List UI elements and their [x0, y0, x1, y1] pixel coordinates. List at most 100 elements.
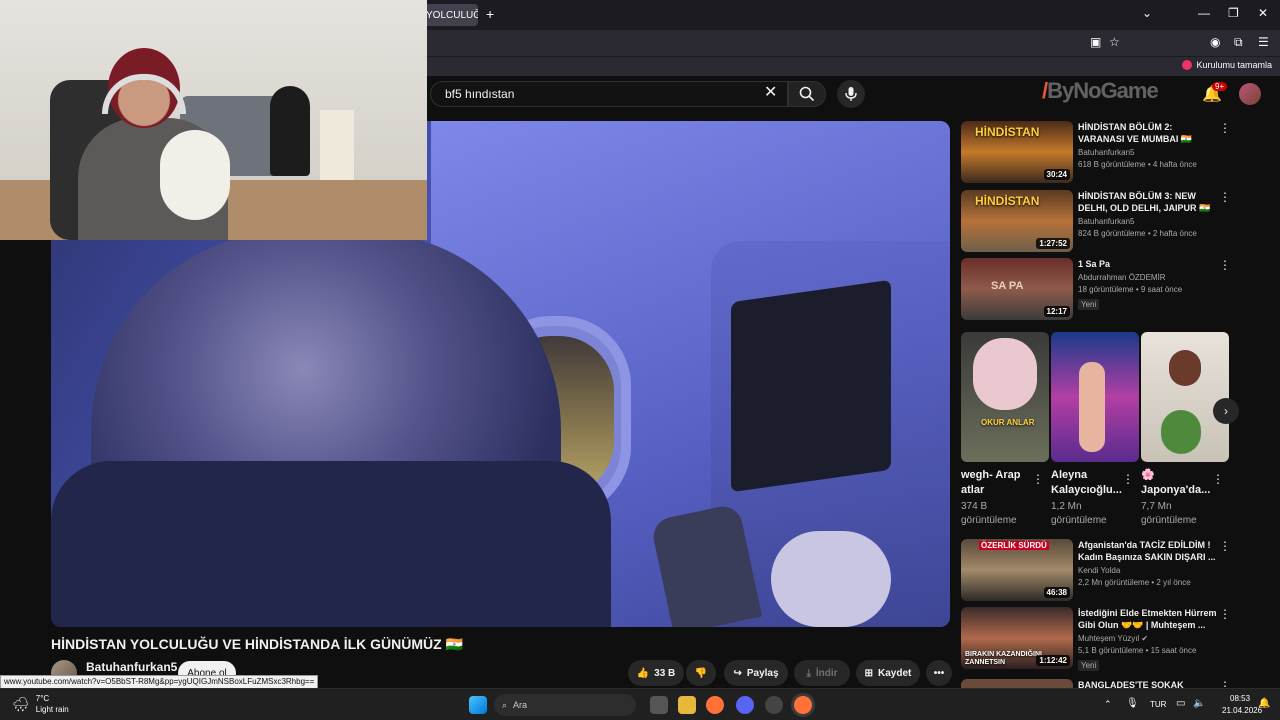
- chevron-right-icon: ›: [1224, 404, 1228, 418]
- bookmark-star-icon[interactable]: ☆: [1109, 35, 1120, 49]
- recommendation-item[interactable]: HİNDİSTAN 1:27:52 HİNDİSTAN BÖLÜM 3: NEW…: [961, 190, 1261, 252]
- clear-search-icon[interactable]: ✕: [764, 85, 777, 101]
- thumbnail-text: SA PA: [991, 280, 1024, 292]
- video-thumbnail: HİNDİSTAN 30:24: [961, 121, 1073, 183]
- more-options-icon[interactable]: ⋮: [1219, 607, 1231, 621]
- like-button[interactable]: 👍 33 B: [628, 660, 684, 686]
- recommendation-item[interactable]: SA PA 12:17 1 Sa Pa Abdurrahman ÖZDEMİR …: [961, 258, 1261, 320]
- more-options-icon[interactable]: ⋮: [1219, 258, 1231, 272]
- webcam-chair: [270, 86, 310, 176]
- short-title[interactable]: wegh- Arap atlar: [961, 468, 1033, 498]
- microphone-tray-icon[interactable]: 🎙: [1126, 698, 1139, 709]
- webcam-overlay: [0, 0, 427, 240]
- frame-jacket: [51, 461, 611, 627]
- short-views: 374 B görüntüleme: [961, 501, 1017, 526]
- dislike-button[interactable]: 👎: [686, 660, 716, 686]
- voice-search-button[interactable]: [837, 80, 865, 108]
- firefox-icon[interactable]: [706, 696, 724, 714]
- new-badge: Yeni: [1078, 660, 1100, 671]
- maximize-icon[interactable]: ❐: [1228, 6, 1239, 20]
- more-dots-icon: •••: [933, 667, 945, 679]
- network-icon[interactable]: ▭: [1176, 698, 1185, 709]
- short-frame-figure: [1079, 362, 1105, 452]
- bookmark-label: Kurulumu tamamla: [1196, 60, 1272, 70]
- more-actions-button[interactable]: •••: [926, 660, 952, 686]
- download-icon: ⤓: [806, 667, 811, 679]
- close-window-icon[interactable]: ✕: [1258, 6, 1268, 20]
- short-thumbnail[interactable]: OKUR ANLAR: [961, 332, 1049, 462]
- taskbar-search-icon: ⌕: [502, 699, 508, 710]
- language-indicator[interactable]: TUR: [1150, 700, 1166, 709]
- menu-icon[interactable]: ☰: [1258, 35, 1269, 49]
- short-overlay-text: OKUR ANLAR: [981, 418, 1035, 427]
- duration-badge: 46:38: [1043, 587, 1070, 598]
- save-button[interactable]: ⊞ Kaydet: [856, 660, 920, 686]
- bookmark-item[interactable]: Kurulumu tamamla: [1182, 60, 1272, 70]
- recommendation-channel: Abdurrahman ÖZDEMİR: [1078, 273, 1166, 282]
- volume-icon[interactable]: 🔈: [1193, 698, 1205, 709]
- firefox-active-icon[interactable]: [794, 696, 812, 714]
- recommendation-item[interactable]: ÖZERLİK SÜRDÜ 46:38 Afganistan'da TACİZ …: [961, 539, 1261, 601]
- more-options-icon[interactable]: ⋮: [1219, 679, 1231, 688]
- share-button[interactable]: ↪ Paylaş: [724, 660, 788, 686]
- short-frame-figure: [1169, 350, 1201, 386]
- shorts-next-button[interactable]: ›: [1213, 398, 1239, 424]
- user-avatar[interactable]: [1239, 83, 1261, 105]
- search-input[interactable]: bf5 hındıstan: [430, 81, 788, 107]
- account-icon[interactable]: ◉: [1210, 35, 1220, 49]
- thumbnail-text: ÖZERLİK SÜRDÜ: [979, 541, 1049, 550]
- new-tab-button[interactable]: +: [486, 6, 494, 22]
- clock-time[interactable]: 08:53: [1230, 694, 1250, 703]
- short-more-icon[interactable]: ⋮: [1032, 472, 1044, 486]
- discord-icon[interactable]: [736, 696, 754, 714]
- short-title[interactable]: 🌸 Japonya'da...: [1141, 468, 1213, 498]
- thumbs-down-icon: 👎: [694, 667, 708, 679]
- recommendation-item[interactable]: HİNDİSTAN 30:24 HİNDİSTAN BÖLÜM 2: VARAN…: [961, 121, 1261, 183]
- duration-badge: 12:17: [1043, 306, 1070, 317]
- video-thumbnail: HİNDİSTAN 1:27:52: [961, 190, 1073, 252]
- minimize-icon[interactable]: —: [1198, 6, 1210, 20]
- taskbar-search-placeholder: Ara: [513, 700, 528, 710]
- duration-badge: 1:27:52: [1036, 238, 1070, 249]
- frame-hand: [771, 531, 891, 627]
- search-icon: [799, 86, 815, 102]
- extensions-icon[interactable]: ⧉: [1234, 35, 1243, 50]
- recommendation-stats: 2,2 Mn görüntüleme • 2 yıl önce: [1078, 578, 1191, 587]
- channel-name[interactable]: Batuhanfurkan5: [86, 660, 177, 674]
- video-thumbnail: [961, 679, 1073, 688]
- thumbs-up-icon: 👍: [636, 667, 650, 679]
- more-options-icon[interactable]: ⋮: [1219, 121, 1231, 135]
- search-button[interactable]: [788, 81, 826, 107]
- file-explorer-icon[interactable]: [678, 696, 696, 714]
- short-thumbnail[interactable]: [1051, 332, 1139, 462]
- download-button[interactable]: ⤓ İndir: [794, 660, 850, 686]
- more-options-icon[interactable]: ⋮: [1219, 539, 1231, 553]
- notification-center-icon[interactable]: 🔔: [1258, 698, 1270, 709]
- more-options-icon[interactable]: ⋮: [1219, 190, 1231, 204]
- recommendation-item[interactable]: BIRAKIN KAZANDIĞINI ZANNETSIN 1:12:42 İs…: [961, 607, 1261, 671]
- short-more-icon[interactable]: ⋮: [1212, 472, 1224, 486]
- weather-widget[interactable]: 🌧 7°C Light rain: [12, 693, 69, 715]
- watermark-logo: /ByNoGame: [1042, 78, 1159, 104]
- start-menu-icon[interactable]: [469, 696, 487, 714]
- frame-seat-screen: [731, 279, 891, 493]
- watermark-text: ByNoGame: [1047, 78, 1159, 103]
- recommendation-title: HİNDİSTAN BÖLÜM 2: VARANASI VE MUMBAI 🇮🇳: [1078, 122, 1193, 144]
- reader-view-icon[interactable]: ▣: [1090, 35, 1101, 49]
- recommendation-channel: Batuhanfurkan5: [1078, 148, 1135, 157]
- short-more-icon[interactable]: ⋮: [1122, 472, 1134, 486]
- short-title[interactable]: Aleyna Kalaycıoğlu...: [1051, 468, 1123, 498]
- taskbar-search-input[interactable]: ⌕ Ara: [494, 694, 636, 716]
- short-thumbnail[interactable]: [1141, 332, 1229, 462]
- cloud-rain-icon: 🌧: [12, 695, 30, 712]
- list-all-tabs-icon[interactable]: ⌄: [1142, 6, 1152, 20]
- recommendation-item[interactable]: BANGLADEŞ'TE SOKAK YEMEĞİ ⋮: [961, 679, 1261, 688]
- app-icon[interactable]: [765, 696, 783, 714]
- browser-tab-active[interactable]: YOLCULUĞ ×: [418, 4, 478, 26]
- task-view-icon[interactable]: [650, 696, 668, 714]
- recommendation-stats: 618 B görüntüleme • 4 hafta önce: [1078, 160, 1197, 169]
- clock-date[interactable]: 21.04.2026: [1222, 706, 1262, 715]
- short-watermelon: [1161, 410, 1201, 454]
- tray-overflow-icon[interactable]: ⌃: [1104, 699, 1112, 710]
- weather-temp: 7°C: [35, 694, 50, 703]
